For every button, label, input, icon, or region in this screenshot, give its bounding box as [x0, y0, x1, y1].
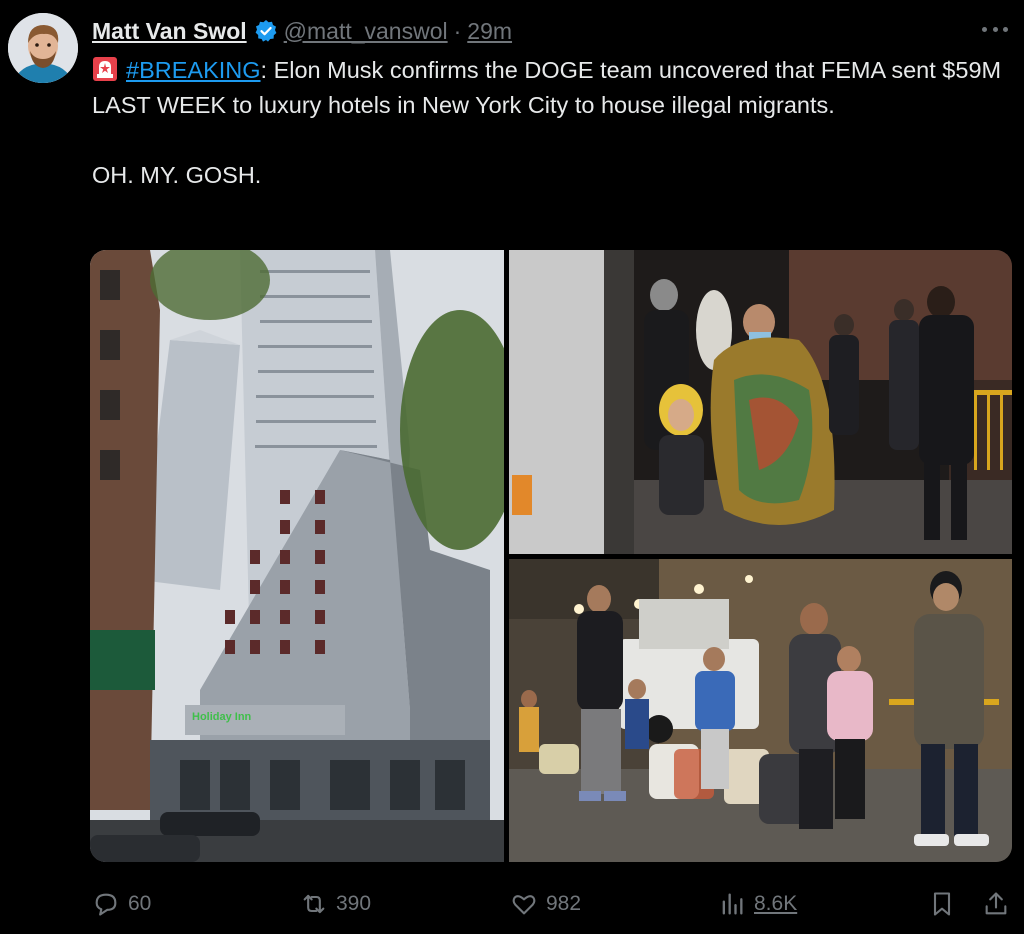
bookmark-button[interactable] — [928, 884, 964, 924]
reply-count: 60 — [128, 892, 152, 915]
avatar[interactable] — [8, 13, 78, 83]
photo-migrant-families[interactable] — [509, 559, 1012, 862]
separator-dot: · — [453, 17, 462, 44]
author-handle[interactable]: @matt_vanswol — [284, 18, 448, 45]
hotel-sign: Holiday Inn — [192, 711, 252, 723]
post-time[interactable]: 29m — [467, 18, 512, 45]
action-bar: 60 390 982 8.6K — [92, 884, 1012, 924]
tweet-text: #BREAKING: Elon Musk confirms the DOGE t… — [92, 53, 1012, 193]
media-grid: Holiday Inn — [90, 250, 1012, 862]
repost-icon — [303, 894, 325, 914]
share-button[interactable] — [982, 884, 1018, 924]
like-icon — [512, 895, 536, 915]
tweet-paragraph-2: OH. MY. GOSH. — [92, 162, 262, 188]
repost-button[interactable]: 390 — [300, 884, 371, 924]
like-button[interactable]: 982 — [510, 884, 581, 924]
reply-button[interactable]: 60 — [92, 884, 151, 924]
views-button[interactable]: 8.6K — [718, 884, 797, 924]
repost-count: 390 — [336, 892, 372, 915]
verified-badge-icon — [255, 20, 277, 42]
photo-hotel-building[interactable]: Holiday Inn — [90, 250, 504, 862]
reply-icon — [95, 893, 117, 916]
author-name[interactable]: Matt Van Swol — [92, 18, 247, 45]
avatar-image — [8, 13, 78, 83]
bookmark-icon — [933, 892, 951, 916]
views-count: 8.6K — [754, 892, 798, 915]
photo-migrants-night[interactable] — [509, 250, 1012, 554]
tweet-paragraph-1: #BREAKING: Elon Musk confirms the DOGE t… — [92, 53, 1012, 123]
share-icon — [985, 892, 1007, 915]
hashtag-breaking[interactable]: #BREAKING — [126, 57, 261, 83]
tweet-header: Matt Van Swol @matt_vanswol · 29m — [92, 15, 512, 47]
siren-emoji-icon — [93, 57, 117, 81]
views-icon — [722, 893, 743, 915]
more-icon[interactable] — [982, 22, 1008, 36]
like-count: 982 — [546, 892, 582, 915]
